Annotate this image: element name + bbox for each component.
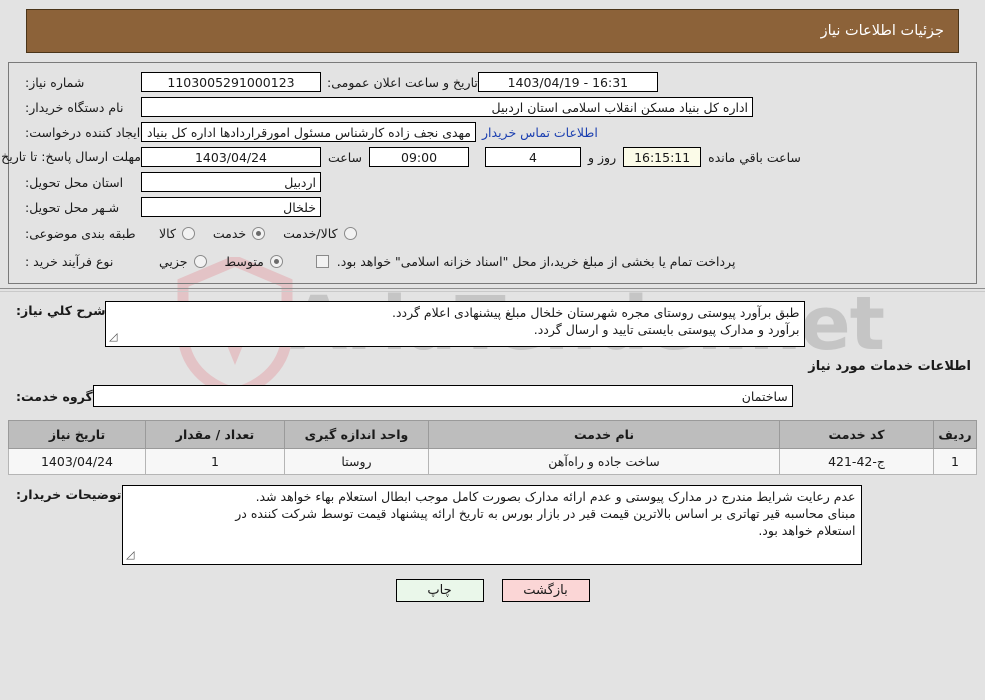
buyer-notes-line-3: استعلام خواهد بود. xyxy=(758,523,856,538)
row-process-type: پرداخت تمام یا بخشی از مبلغ خرید،از محل … xyxy=(19,249,966,273)
row-buyer-notes: عدم رعایت شرایط مندرج در مدارک پیوستی و … xyxy=(8,485,977,565)
radio-icon-goods[interactable] xyxy=(181,226,195,240)
classification-label-goods-services: کالا/خدمت xyxy=(283,225,338,241)
deadline-date-value: 1403/04/24 xyxy=(141,147,321,167)
buyer-notes-line-1: عدم رعایت شرایط مندرج در مدارک پیوستی و … xyxy=(255,489,856,504)
cell-service-code: ج-42-421 xyxy=(779,448,934,475)
table-row: 1 ج-42-421 ساخت جاده و راه‌آهن روستا 1 1… xyxy=(8,448,977,475)
resize-grip-icon-notes[interactable]: ◺ xyxy=(126,546,134,563)
announce-datetime-label: تاریخ و ساعت اعلان عمومی: xyxy=(327,74,478,90)
description-label: شرح کلي نیاز: xyxy=(16,303,106,318)
process-option-medium[interactable]: متوسط xyxy=(225,254,283,269)
remaining-label: ساعت باقي مانده xyxy=(708,149,801,165)
footer-actions: بازگشت چاپ xyxy=(0,579,985,602)
days-value: 4 xyxy=(485,147,582,167)
announce-datetime-value: 16:31 - 1403/04/19 xyxy=(477,72,658,92)
th-service-name: نام خدمت xyxy=(428,420,780,449)
services-table-wrapper: ردیف کد خدمت نام خدمت واحد اندازه گیری ت… xyxy=(8,420,977,475)
cell-unit: روستا xyxy=(284,448,429,475)
classification-option-goods-services[interactable]: کالا/خدمت xyxy=(283,225,357,241)
cell-row-no: 1 xyxy=(933,448,977,475)
process-label-minor: جزیي xyxy=(159,253,188,269)
service-group-label: گروه خدمت: xyxy=(16,388,93,404)
row-need-number: 16:31 - 1403/04/19 تاریخ و ساعت اعلان عم… xyxy=(19,71,966,93)
treasury-note-text: پرداخت تمام یا بخشی از مبلغ خرید،از محل … xyxy=(336,253,736,269)
description-textarea[interactable]: طبق برآورد پیوستی روستای مجره شهرستان خل… xyxy=(105,301,806,347)
city-value: خلخال xyxy=(141,197,321,217)
th-service-code: کد خدمت xyxy=(779,420,934,449)
radio-icon-goods-services[interactable] xyxy=(343,226,357,240)
section-divider xyxy=(0,288,985,292)
cell-service-name: ساخت جاده و راه‌آهن xyxy=(428,448,780,475)
row-classification: کالا/خدمت خدمت کالا طبقه بندی موضوعی: xyxy=(19,221,966,245)
radio-icon-service[interactable] xyxy=(252,226,266,240)
process-label-medium: متوسط xyxy=(224,253,264,269)
city-label: شـهر محل تحویل: xyxy=(25,199,120,215)
treasury-checkbox[interactable] xyxy=(315,254,329,268)
th-need-date: تاریخ نیاز xyxy=(8,420,146,449)
buyer-contact-link[interactable]: اطلاعات تماس خریدار xyxy=(476,125,604,140)
cell-need-date: 1403/04/24 xyxy=(8,448,146,475)
row-city: خلخال شـهر محل تحویل: xyxy=(19,196,966,218)
need-info-panel: 16:31 - 1403/04/19 تاریخ و ساعت اعلان عم… xyxy=(0,62,977,284)
th-unit: واحد اندازه گیری xyxy=(284,420,429,449)
classification-option-service[interactable]: خدمت xyxy=(212,225,266,241)
description-line-2: برآورد و مدارک پیوستی بایستی تایید و ارس… xyxy=(533,322,800,337)
table-header-row: ردیف کد خدمت نام خدمت واحد اندازه گیری ت… xyxy=(8,420,977,449)
classification-label-goods: کالا xyxy=(159,225,176,241)
buyer-notes-textarea[interactable]: عدم رعایت شرایط مندرج در مدارک پیوستی و … xyxy=(121,485,862,565)
services-section-title: اطلاعات خدمات مورد نیاز xyxy=(808,359,971,374)
row-description: طبق برآورد پیوستی روستای مجره شهرستان خل… xyxy=(8,301,977,347)
row-requester: اطلاعات تماس خریدار مهدی نجف زاده کارشنا… xyxy=(19,121,966,143)
service-group-value: ساختمان xyxy=(92,385,793,407)
classification-label: طبقه بندی موضوعی: xyxy=(25,225,136,241)
need-number-value: 1103005291000123 xyxy=(141,72,321,92)
radio-icon-medium[interactable] xyxy=(269,254,283,268)
process-option-minor[interactable]: جزیي xyxy=(159,254,207,269)
deadline-label: مهلت ارسال پاسخ: تا تاریخ: xyxy=(0,149,141,164)
cell-quantity: 1 xyxy=(145,448,285,475)
row-service-group: ساختمان گروه خدمت: xyxy=(8,385,977,407)
classification-label-service: خدمت xyxy=(212,225,247,241)
radio-icon-minor[interactable] xyxy=(193,254,207,268)
requester-value: مهدی نجف زاده کارشناس مسئول امورقرارداده… xyxy=(141,122,476,142)
need-number-label: شماره نیاز: xyxy=(25,74,85,90)
row-province: اردبیل استان محل تحویل: xyxy=(19,171,966,193)
requester-label: ایجاد کننده درخواست: xyxy=(25,124,141,140)
th-quantity: تعداد / مقدار xyxy=(145,420,285,449)
province-value: اردبیل xyxy=(141,172,321,192)
print-button[interactable]: چاپ xyxy=(395,579,484,602)
description-line-1: طبق برآورد پیوستی روستای مجره شهرستان خل… xyxy=(391,305,800,320)
deadline-time-label: ساعت xyxy=(328,149,363,165)
classification-option-goods[interactable]: کالا xyxy=(159,226,195,241)
back-button[interactable]: بازگشت xyxy=(501,579,590,602)
remaining-time-value: 16:15:11 xyxy=(623,147,702,167)
process-label: نوع فرآیند خرید : xyxy=(25,253,114,269)
buyer-notes-line-2: مبنای محاسبه قیر تهاتری بر اساس بالاترین… xyxy=(235,506,856,521)
row-deadline: ساعت باقي مانده 16:15:11 روز و 4 09:00 س… xyxy=(0,146,966,168)
days-label: روز و xyxy=(588,149,617,165)
services-table: ردیف کد خدمت نام خدمت واحد اندازه گیری ت… xyxy=(8,420,977,475)
row-buyer-org: اداره کل بنیاد مسکن انقلاب اسلامی استان … xyxy=(19,96,966,118)
th-row-no: ردیف xyxy=(933,420,977,449)
page-title: جزئیات اطلاعات نیاز xyxy=(820,23,944,39)
resize-grip-icon[interactable]: ◺ xyxy=(109,328,117,345)
buyer-org-value: اداره کل بنیاد مسکن انقلاب اسلامی استان … xyxy=(141,97,753,117)
page-header: جزئیات اطلاعات نیاز xyxy=(26,9,959,53)
deadline-time-value: 09:00 xyxy=(369,147,470,167)
buyer-org-label: نام دستگاه خریدار: xyxy=(25,99,124,115)
province-label: استان محل تحویل: xyxy=(25,174,124,190)
buyer-notes-label: توضیحات خریدار: xyxy=(16,487,122,502)
